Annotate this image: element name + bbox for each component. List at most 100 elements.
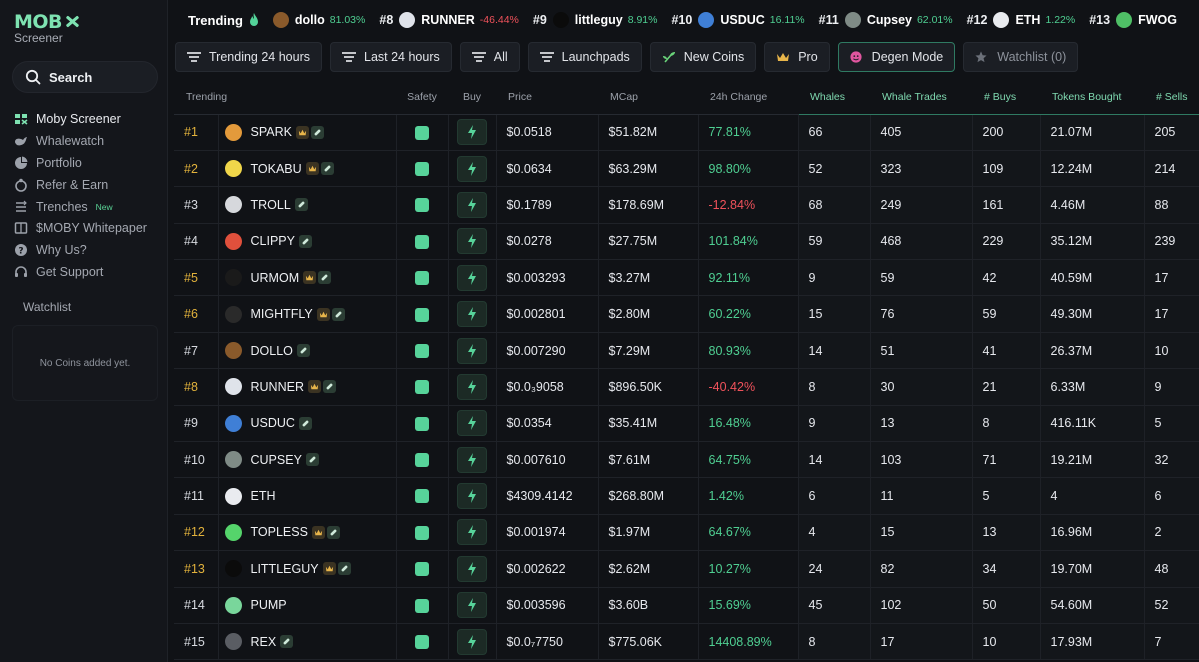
lightning-icon bbox=[468, 489, 476, 504]
row-token[interactable]: USDUC bbox=[218, 405, 397, 443]
column-header-24h-change[interactable]: 24h Change bbox=[698, 80, 798, 115]
table-row[interactable]: #11 ETH $4309.4142 $268.80M 1.42% 6 11 5 4 6 bbox=[174, 477, 1199, 515]
table-row[interactable]: #4 CLIPPY $0.0278 $27.75M 101.84% 59 468 229 35.… bbox=[174, 223, 1199, 261]
row-token[interactable]: REX bbox=[218, 623, 397, 661]
trending-ticker-item[interactable]: dollo 81.03% bbox=[272, 12, 365, 28]
app-logo[interactable]: MOB Screener bbox=[14, 12, 81, 45]
table-row[interactable]: #9 USDUC $0.0354 $35.41M 16.48% 9 13 8 416.11K 5 bbox=[174, 405, 1199, 443]
buy-button[interactable] bbox=[457, 410, 487, 437]
trending-ticker-item[interactable]: #12 ETH 1.22% bbox=[967, 12, 1075, 28]
token-avatar-icon bbox=[399, 12, 416, 28]
buy-button[interactable] bbox=[457, 264, 487, 291]
row-price: $0.003293 bbox=[496, 259, 599, 297]
filter-trending-24-hours-button[interactable]: Trending 24 hours bbox=[175, 42, 322, 72]
table-row[interactable]: #1 SPARK $0.0518 $51.82M 77.81% 66 405 200 21.07… bbox=[174, 114, 1199, 151]
column-header-safety[interactable]: Safety bbox=[396, 80, 448, 115]
sidebar-item-get-support[interactable]: Get Support bbox=[14, 261, 164, 283]
column-header-buys[interactable]: # Buys bbox=[972, 80, 1040, 115]
column-header-whales[interactable]: Whales bbox=[798, 80, 870, 115]
buy-button[interactable] bbox=[457, 555, 487, 582]
sidebar-item-label: Whalewatch bbox=[36, 133, 105, 148]
sidebar-item-trenches[interactable]: Trenches New bbox=[14, 196, 164, 218]
row-mcap: $2.80M bbox=[598, 295, 699, 333]
pill-icon bbox=[322, 380, 336, 394]
row-token[interactable]: LITTLEGUY bbox=[218, 550, 397, 588]
row-rank: #15 bbox=[174, 623, 219, 661]
sidebar-item-moby-screener[interactable]: Moby Screener bbox=[14, 108, 164, 130]
column-header-sells[interactable]: # Sells bbox=[1144, 80, 1199, 115]
filter-pro-button[interactable]: Pro bbox=[764, 42, 830, 72]
sidebar-item-why-us[interactable]: ? Why Us? bbox=[14, 239, 164, 261]
table-row[interactable]: #7 DOLLO $0.007290 $7.29M 80.93% 14 51 41 26.37M… bbox=[174, 332, 1199, 370]
trending-ticker-item[interactable]: #11 Cupsey 62.01% bbox=[819, 12, 953, 28]
row-price: $0.001974 bbox=[496, 514, 599, 552]
buy-button[interactable] bbox=[457, 446, 487, 473]
table-row[interactable]: #10 CUPSEY $0.007610 $7.61M 64.75% 14 103 71 19.… bbox=[174, 441, 1199, 479]
buy-button[interactable] bbox=[457, 373, 487, 400]
row-token[interactable]: TOKABU bbox=[218, 150, 397, 188]
sidebar-item-whalewatch[interactable]: Whalewatch bbox=[14, 130, 164, 152]
column-header-mcap[interactable]: MCap bbox=[598, 80, 698, 115]
buy-button[interactable] bbox=[457, 519, 487, 546]
table-row[interactable]: #6 MIGHTFLY $0.002801 $2.80M 60.22% 15 76 59 49.… bbox=[174, 295, 1199, 333]
table-row[interactable]: #2 TOKABU $0.0634 $63.29M 98.80% 52 323 109 12.2… bbox=[174, 150, 1199, 188]
buy-button[interactable] bbox=[457, 301, 487, 328]
row-token[interactable]: CLIPPY bbox=[218, 223, 397, 261]
row-token[interactable]: RUNNER bbox=[218, 368, 397, 406]
column-header-buy[interactable]: Buy bbox=[448, 80, 496, 115]
filter-all-button[interactable]: All bbox=[459, 42, 520, 72]
row-whales: 4 bbox=[798, 514, 871, 552]
buy-button[interactable] bbox=[457, 483, 487, 510]
trending-ticker-item[interactable]: #8 RUNNER -46.44% bbox=[379, 12, 519, 28]
token-cell: REX bbox=[224, 633, 396, 651]
row-whale-trades: 405 bbox=[870, 114, 973, 151]
sidebar-item-portfolio[interactable]: Portfolio bbox=[14, 152, 164, 174]
filter-watchlist-0-button[interactable]: Watchlist (0) bbox=[963, 42, 1079, 72]
column-header-trending[interactable]: Trending bbox=[174, 80, 396, 115]
filter-degen-mode-button[interactable]: Degen Mode bbox=[837, 42, 956, 72]
row-token[interactable]: PUMP bbox=[218, 587, 397, 624]
row-token[interactable]: ETH bbox=[218, 477, 397, 515]
column-header-tokens-bought[interactable]: Tokens Bought bbox=[1040, 80, 1144, 115]
search-button[interactable]: Search bbox=[12, 61, 158, 93]
buy-button[interactable] bbox=[457, 592, 487, 619]
trending-ticker-item[interactable]: #10 USDUC 16.11% bbox=[671, 12, 805, 28]
safety-indicator bbox=[415, 198, 429, 213]
buy-button[interactable] bbox=[457, 119, 487, 146]
lightning-icon bbox=[468, 416, 476, 431]
buy-button[interactable] bbox=[457, 191, 487, 218]
table-row[interactable]: #14 PUMP $0.003596 $3.60B 15.69% 45 102 50 54.60… bbox=[174, 587, 1199, 624]
table-row[interactable]: #5 URMOM $0.003293 $3.27M 92.11% 9 59 42 40.59M 1… bbox=[174, 259, 1199, 297]
row-token[interactable]: TROLL bbox=[218, 186, 397, 224]
column-header-price[interactable]: Price bbox=[496, 80, 598, 115]
row-whales: 14 bbox=[798, 332, 871, 370]
trending-ticker-item[interactable]: #13 FWOG bbox=[1089, 12, 1182, 28]
table-row[interactable]: #12 TOPLESS $0.001974 $1.97M 64.67% 4 15 13 16.9… bbox=[174, 514, 1199, 552]
table-row[interactable]: #8 RUNNER $0.0₃9058 $896.50K -40.42% 8 30 21 6.3… bbox=[174, 368, 1199, 406]
buy-button[interactable] bbox=[457, 628, 487, 655]
filter-new-coins-button[interactable]: New Coins bbox=[649, 42, 757, 72]
filter-launchpads-button[interactable]: Launchpads bbox=[527, 42, 642, 72]
buy-button[interactable] bbox=[457, 228, 487, 255]
token-avatar-icon bbox=[224, 487, 242, 505]
trending-ticker-item[interactable]: #9 littleguy 8.91% bbox=[533, 12, 657, 28]
sidebar-item-moby-whitepaper[interactable]: $MOBY Whitepaper bbox=[14, 217, 164, 239]
table-row[interactable]: #3 TROLL $0.1789 $178.69M -12.84% 68 249 161 4.4… bbox=[174, 186, 1199, 224]
buy-button[interactable] bbox=[457, 155, 487, 182]
row-token[interactable]: SPARK bbox=[218, 114, 397, 151]
sidebar-item-refer-earn[interactable]: Refer & Earn bbox=[14, 174, 164, 196]
table-row[interactable]: #13 LITTLEGUY $0.002622 $2.62M 10.27% 24 82 34 1… bbox=[174, 550, 1199, 588]
row-token[interactable]: CUPSEY bbox=[218, 441, 397, 479]
row-token[interactable]: DOLLO bbox=[218, 332, 397, 370]
row-safety bbox=[396, 259, 449, 297]
row-24h-change: 60.22% bbox=[698, 295, 799, 333]
token-cell: TOPLESS bbox=[224, 523, 396, 541]
row-whale-trades: 30 bbox=[870, 368, 973, 406]
buy-button[interactable] bbox=[457, 337, 487, 364]
row-token[interactable]: MIGHTFLY bbox=[218, 295, 397, 333]
row-token[interactable]: TOPLESS bbox=[218, 514, 397, 552]
column-header-whale-trades[interactable]: Whale Trades bbox=[870, 80, 972, 115]
row-token[interactable]: URMOM bbox=[218, 259, 397, 297]
filter-last-24-hours-button[interactable]: Last 24 hours bbox=[330, 42, 452, 72]
table-row[interactable]: #15 REX $0.0₇7750 $775.06K 14408.89% 8 17 10 17.… bbox=[174, 623, 1199, 661]
